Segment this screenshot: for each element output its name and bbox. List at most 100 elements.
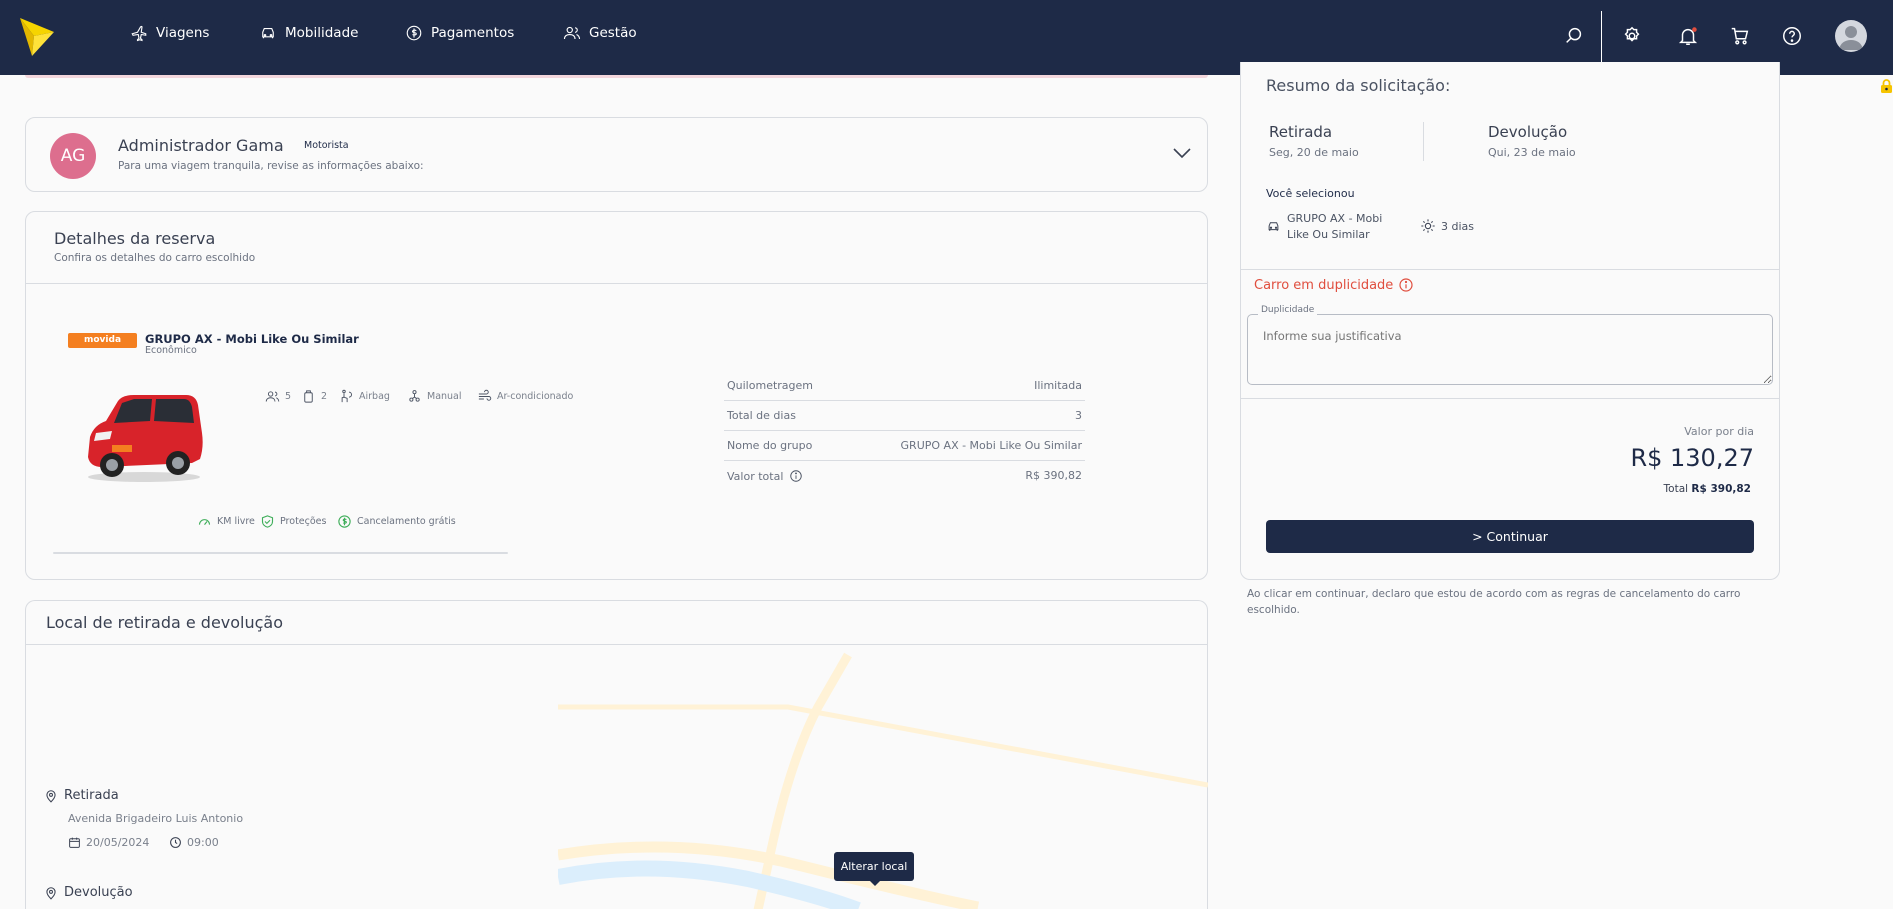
feature-label: Airbag xyxy=(359,391,390,402)
nav-item-pagamentos[interactable]: Pagamentos xyxy=(405,24,514,42)
divider xyxy=(53,552,508,554)
spec-key: Valor total xyxy=(727,469,784,483)
total-price: Total R$ 390,82 xyxy=(1664,483,1751,495)
spec-row-valor-total: Valor total R$ 390,82 xyxy=(724,461,1085,491)
spec-value: GRUPO AX - Mobi Like Ou Similar xyxy=(900,439,1082,452)
pickup-date-value: 20/05/2024 xyxy=(86,836,150,849)
selected-car: GRUPO AX - Mobi Like Ou Similar xyxy=(1266,211,1382,243)
reservation-subtitle: Confira os detalhes do carro escolhido xyxy=(54,252,256,264)
car-icon xyxy=(1268,222,1279,231)
feature-label: 5 xyxy=(285,391,292,402)
bell-icon[interactable] xyxy=(1677,25,1699,47)
feature-transmission: Manual xyxy=(407,389,462,404)
feature-label: Ar-condicionado xyxy=(497,391,574,402)
duplicate-justification-input[interactable] xyxy=(1247,314,1773,385)
chevron-down-icon[interactable] xyxy=(1172,146,1192,160)
feature-label: Manual xyxy=(427,391,462,402)
divider xyxy=(26,283,1207,284)
price-per-day-label: Valor por dia xyxy=(1684,425,1754,438)
users-icon xyxy=(563,26,581,40)
spec-key: Nome do grupo xyxy=(727,439,813,452)
perk-label: KM livre xyxy=(217,516,255,527)
dollar-coin-icon xyxy=(406,25,422,41)
spec-value: Ilimitada xyxy=(1034,379,1082,392)
pickup-address: Avenida Brigadeiro Luis Antonio xyxy=(68,812,244,825)
user-avatar[interactable] xyxy=(1835,20,1867,52)
continue-button[interactable]: > Continuar xyxy=(1266,520,1754,553)
nav-item-gestao[interactable]: Gestão xyxy=(563,24,637,42)
gear-icon[interactable] xyxy=(1621,25,1643,47)
feature-luggage: 2 xyxy=(301,389,327,404)
search-icon[interactable] xyxy=(1563,25,1585,47)
summary-return-date: Qui, 23 de maio xyxy=(1488,146,1576,159)
map-pin-icon xyxy=(46,789,56,803)
selected-days: 3 dias xyxy=(1420,218,1474,234)
spec-row-nome-grupo: Nome do grupo GRUPO AX - Mobi Like Ou Si… xyxy=(724,431,1085,461)
total-label: Total xyxy=(1663,483,1689,495)
calendar-icon xyxy=(69,837,80,848)
duplicate-field-label: Duplicidade xyxy=(1258,305,1318,315)
feature-airbag: Airbag xyxy=(339,389,390,404)
nav-label: Pagamentos xyxy=(431,25,515,41)
nav-item-mobilidade[interactable]: Mobilidade xyxy=(259,24,358,42)
car-icon xyxy=(262,27,274,39)
airbag-icon xyxy=(341,389,352,403)
feature-passengers: 5 xyxy=(265,389,291,404)
perk-cancelamento: Cancelamento grátis xyxy=(337,514,456,529)
user-avatar-icon xyxy=(1839,26,1863,50)
air-conditioning-icon xyxy=(478,389,492,401)
logo-icon[interactable] xyxy=(20,18,54,56)
pickup-time: 09:00 xyxy=(169,836,219,849)
spec-row-quilometragem: Quilometragem Ilimitada xyxy=(724,371,1085,401)
summary-pickup-date: Seg, 20 de maio xyxy=(1269,146,1359,159)
cart-icon[interactable] xyxy=(1729,25,1751,47)
gearshift-icon xyxy=(409,390,420,402)
driver-subtitle: Para uma viagem tranquila, revise as inf… xyxy=(118,160,424,172)
tooltip-arrow xyxy=(870,881,880,886)
selected-car-line2: Like Ou Similar xyxy=(1287,228,1370,241)
help-icon[interactable] xyxy=(1781,25,1803,47)
pickup-date: 20/05/2024 xyxy=(68,836,149,849)
driver-role-badge: Motorista xyxy=(304,140,349,151)
dollar-coin-icon xyxy=(338,515,351,528)
info-icon[interactable] xyxy=(789,469,803,483)
nav-label: Viagens xyxy=(156,25,210,41)
pickup-label: Retirada xyxy=(64,788,119,803)
plane-icon xyxy=(131,25,147,42)
car-image xyxy=(88,395,203,482)
duplicate-warning-text: Carro em duplicidade xyxy=(1254,277,1394,293)
nav-item-viagens[interactable]: Viagens xyxy=(130,24,209,42)
shield-check-icon xyxy=(261,515,274,528)
sun-icon xyxy=(1421,219,1435,233)
spec-key: Quilometragem xyxy=(727,379,813,392)
divider xyxy=(1240,398,1780,399)
selected-car-line1: GRUPO AX - Mobi xyxy=(1287,212,1383,225)
divider xyxy=(1423,122,1424,161)
lock-icon[interactable] xyxy=(1880,79,1893,93)
speedometer-icon xyxy=(198,519,211,525)
luggage-icon xyxy=(304,390,313,403)
return-label: Devolução xyxy=(64,885,133,900)
nav-label: Gestão xyxy=(589,25,637,41)
summary-title: Resumo da solicitação: xyxy=(1266,76,1451,95)
location-card: Local de retirada e devolução Retirada A… xyxy=(25,600,1208,909)
passengers-icon xyxy=(265,391,280,402)
driver-card[interactable]: AG Administrador Gama Motorista Para uma… xyxy=(25,117,1208,192)
pickup-label-row: Retirada xyxy=(44,788,119,803)
perk-label: Cancelamento grátis xyxy=(357,516,456,527)
nav-label: Mobilidade xyxy=(285,25,359,41)
summary-pickup-label: Retirada xyxy=(1269,123,1333,141)
spec-value: 3 xyxy=(1075,409,1082,422)
alert-bar-edge xyxy=(25,75,1208,78)
return-label-row: Devolução xyxy=(44,885,133,900)
selected-car-text: GRUPO AX - Mobi Like Ou Similar xyxy=(1287,211,1382,243)
spec-value: R$ 390,82 xyxy=(1025,469,1082,482)
divider xyxy=(1240,269,1780,270)
reservation-title: Detalhes da reserva xyxy=(54,229,216,248)
car-category: Econômico xyxy=(145,345,197,356)
change-location-tooltip[interactable]: Alterar local xyxy=(834,852,914,881)
perk-km-livre: KM livre xyxy=(197,514,255,529)
spec-row-total-dias: Total de dias 3 xyxy=(724,401,1085,431)
clock-icon xyxy=(170,837,181,848)
info-icon[interactable] xyxy=(1398,277,1414,293)
